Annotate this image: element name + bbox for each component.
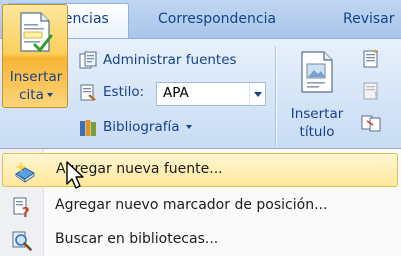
menu-item-label: Agregar nuevo marcador de posición...	[55, 197, 328, 213]
style-select-value: APA	[163, 85, 189, 101]
search-libraries-icon	[12, 231, 32, 251]
chevron-down-icon	[185, 125, 192, 129]
svg-text:!: !	[374, 91, 378, 101]
manage-sources-icon	[79, 51, 97, 69]
insert-citation-label-line1: Insertar	[9, 69, 63, 85]
chevron-down-icon[interactable]	[249, 83, 265, 105]
mouse-pointer-icon	[66, 161, 84, 189]
menu-item-add-placeholder[interactable]: ? Agregar nuevo marcador de posición...	[0, 189, 401, 223]
menu-item-add-new-source[interactable]: Agregar nueva fuente...	[2, 153, 398, 187]
update-table-icon[interactable]: !	[360, 80, 382, 102]
style-select[interactable]: APA	[156, 82, 266, 106]
insert-citation-button[interactable]: Insertar cita	[2, 4, 68, 108]
insert-caption-icon	[301, 51, 333, 93]
insert-citation-menu: Agregar nueva fuente... ? Agregar nuevo …	[0, 148, 401, 256]
bibliography-icon	[80, 120, 96, 136]
placeholder-question-icon: ?	[13, 197, 30, 218]
bibliography-label: Bibliografía	[103, 119, 192, 135]
tab-revisar[interactable]: Revisar	[333, 6, 401, 38]
tab-correspondencia[interactable]: Correspondencia	[148, 6, 286, 38]
style-label: Estilo:	[103, 84, 145, 100]
style-icon	[80, 84, 96, 101]
insert-citation-label-line2: cita	[3, 87, 69, 103]
chevron-down-icon	[46, 93, 53, 97]
menu-item-search-libraries[interactable]: Buscar en bibliotecas...	[0, 223, 401, 256]
manage-sources-label: Administrar fuentes	[103, 52, 237, 68]
insert-citation-icon	[20, 12, 53, 53]
ribbon-group-separator	[275, 46, 277, 146]
insert-caption-label-line2: título	[299, 124, 335, 140]
insert-caption-button[interactable]: Insertar título	[282, 44, 352, 148]
menu-item-label: Buscar en bibliotecas...	[55, 231, 219, 247]
svg-text:?: ?	[22, 206, 30, 218]
insert-caption-label-line1: Insertar	[290, 106, 344, 122]
book-add-icon	[15, 162, 35, 183]
cross-reference-icon[interactable]	[360, 112, 382, 134]
insert-table-of-figures-icon[interactable]	[360, 48, 382, 70]
